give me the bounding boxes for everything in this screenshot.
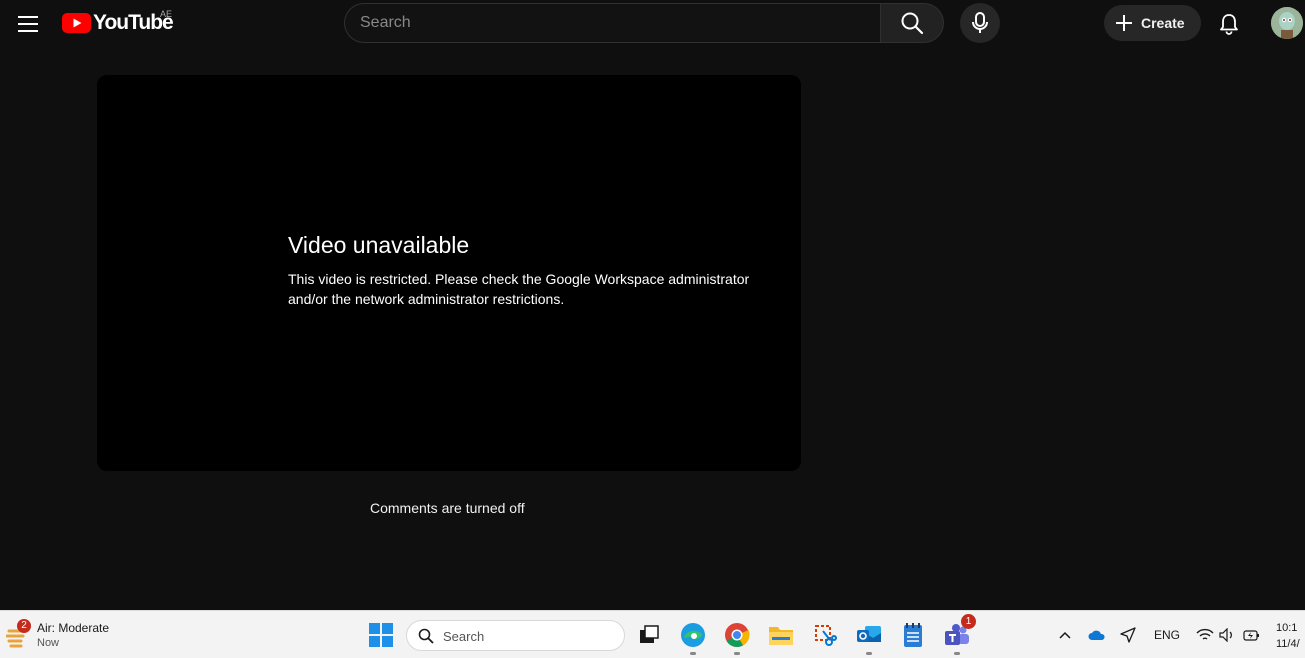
running-indicator xyxy=(954,652,960,655)
bell-icon xyxy=(1220,14,1238,35)
clock-time: 10:1 xyxy=(1276,622,1298,634)
volume-tray[interactable] xyxy=(1217,623,1237,647)
location-arrow-icon xyxy=(1120,627,1136,643)
weather-subtitle: Now xyxy=(37,637,60,649)
chrome-icon xyxy=(725,623,750,648)
chrome-app[interactable] xyxy=(721,619,753,655)
search-input[interactable] xyxy=(345,4,881,42)
youtube-logo[interactable]: YouTube xyxy=(62,12,174,34)
weather-badge: 2 xyxy=(17,619,31,633)
start-button[interactable] xyxy=(365,619,397,651)
teams-app[interactable]: 1 xyxy=(941,614,976,655)
outlook-app[interactable] xyxy=(853,619,885,655)
outlook-icon xyxy=(857,626,881,642)
microphone-icon xyxy=(972,12,988,33)
error-message: This video is restricted. Please check t… xyxy=(288,271,750,307)
avatar-image xyxy=(1271,7,1303,39)
youtube-play-icon xyxy=(62,13,91,33)
location-tray[interactable] xyxy=(1118,623,1138,647)
network-tray[interactable] xyxy=(1195,623,1215,647)
hamburger-menu-icon xyxy=(18,16,38,32)
notepad-app[interactable] xyxy=(897,619,929,651)
account-avatar[interactable] xyxy=(1271,7,1303,39)
battery-charging-icon xyxy=(1243,630,1259,641)
chevron-up-icon xyxy=(1059,631,1071,639)
language-indicator[interactable]: ENG xyxy=(1154,628,1180,642)
notepad-icon xyxy=(904,623,922,647)
taskbar-search[interactable]: Search xyxy=(406,620,625,651)
notifications-button[interactable] xyxy=(1209,4,1249,44)
task-view-icon xyxy=(640,625,659,643)
error-title: Video unavailable xyxy=(288,232,470,258)
guide-menu-button[interactable] xyxy=(8,4,48,44)
running-indicator xyxy=(734,652,740,655)
edge-icon xyxy=(681,623,705,647)
search-icon xyxy=(418,628,434,644)
task-view-button[interactable] xyxy=(633,619,665,651)
video-player[interactable]: Video unavailable This video is restrict… xyxy=(97,75,801,471)
wifi-icon xyxy=(1196,628,1214,640)
search-icon xyxy=(901,12,924,35)
windows-taskbar: 2 Air: Moderate Now Search 1 ENG 10:1 11… xyxy=(0,610,1305,658)
plus-icon xyxy=(1116,15,1132,31)
battery-tray[interactable] xyxy=(1242,623,1262,647)
show-hidden-icons-button[interactable] xyxy=(1055,623,1075,647)
snipping-tool-app[interactable] xyxy=(809,619,841,651)
voice-search-button[interactable] xyxy=(960,3,1000,43)
windows-logo-icon xyxy=(369,623,393,647)
speaker-icon xyxy=(1219,628,1232,642)
weather-widget[interactable]: 2 Air: Moderate Now xyxy=(6,619,126,653)
search-box xyxy=(344,3,881,43)
clock-date: 11/4/ xyxy=(1276,638,1300,650)
weather-title: Air: Moderate xyxy=(37,621,110,635)
running-indicator xyxy=(866,652,872,655)
country-code: AE xyxy=(160,9,173,19)
onedrive-tray[interactable] xyxy=(1087,623,1107,647)
snipping-tool-icon xyxy=(815,625,837,646)
search-button[interactable] xyxy=(880,3,944,43)
edge-app[interactable] xyxy=(677,619,709,655)
taskbar-search-label: Search xyxy=(443,629,485,644)
comments-status: Comments are turned off xyxy=(370,500,525,516)
onedrive-cloud-icon xyxy=(1088,630,1105,640)
system-clock[interactable]: 10:1 11/4/ xyxy=(1276,620,1305,652)
folder-icon xyxy=(769,627,793,645)
running-indicator xyxy=(690,652,696,655)
teams-badge: 1 xyxy=(961,614,976,629)
youtube-header: YouTube AE Create xyxy=(0,0,1305,48)
file-explorer-app[interactable] xyxy=(765,619,797,651)
create-label: Create xyxy=(1141,15,1185,31)
create-button[interactable]: Create xyxy=(1104,5,1201,41)
